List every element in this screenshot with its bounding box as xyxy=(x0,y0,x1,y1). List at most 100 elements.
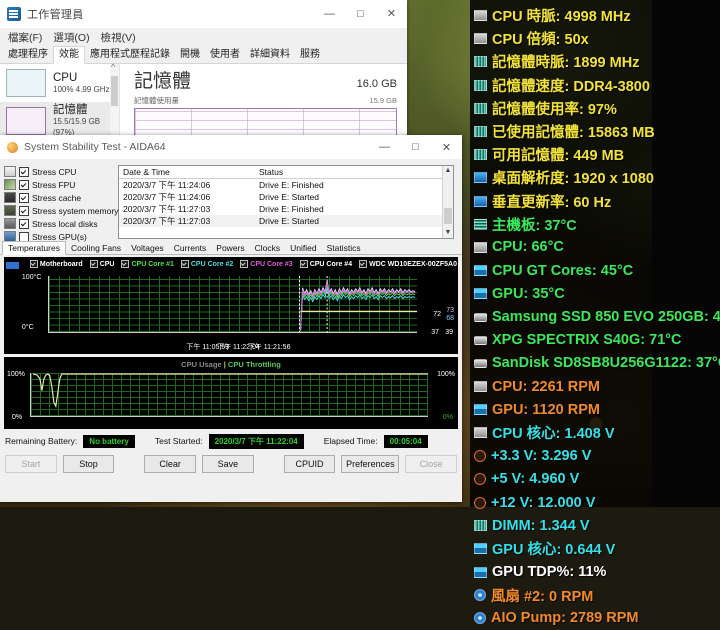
legend-cpu[interactable]: CPU xyxy=(89,260,114,268)
event-log-table[interactable]: Date & Time Status 2020/3/7 下午 11:24:06 … xyxy=(118,165,454,239)
scrollbar-thumb[interactable] xyxy=(111,76,118,106)
tab-powers[interactable]: Powers xyxy=(211,242,249,254)
legend-cpu-core-1[interactable]: CPU Core #1 xyxy=(121,260,174,268)
stress-option-memory[interactable]: Stress system memory xyxy=(4,204,118,217)
cpu-icon xyxy=(474,10,487,22)
table-row[interactable]: 2020/3/7 下午 11:27:03 Drive E: Started xyxy=(119,215,453,227)
stress-option-disks[interactable]: Stress local disks xyxy=(4,217,114,230)
osd-row-label: 記憶體時脈: 1899 MHz xyxy=(492,55,640,72)
disk-icon xyxy=(474,312,487,322)
ram-icon xyxy=(474,79,487,91)
scroll-down-icon[interactable]: ▼ xyxy=(443,228,453,238)
menu-view[interactable]: 檢視(V) xyxy=(101,30,136,45)
aida64-osd-overlay: CPU 時脈: 4998 MHz CPU 倍頻: 50x 記憶體時脈: 1899 M… xyxy=(474,4,720,630)
cpu-usage-plot-area xyxy=(30,373,428,417)
tab-services[interactable]: 服務 xyxy=(295,47,325,63)
osd-row-label: 主機板: 37°C xyxy=(492,217,577,234)
stress-gpu-checkbox[interactable] xyxy=(19,231,29,242)
osd-row: GPU: 35°C xyxy=(474,282,720,305)
tab-currents[interactable]: Currents xyxy=(169,242,212,254)
close-icon[interactable]: ✕ xyxy=(376,0,407,27)
aida64-stability-test-window[interactable]: System Stability Test - AIDA64 — □ ✕ Str… xyxy=(0,135,462,502)
tab-startup[interactable]: 開機 xyxy=(175,47,205,63)
tab-clocks[interactable]: Clocks xyxy=(250,242,286,254)
test-started-label: Test Started: xyxy=(154,436,203,446)
table-row[interactable]: 2020/3/7 下午 11:27:03 Drive E: Finished xyxy=(119,203,453,215)
cpu-usage-label: CPU Usage xyxy=(181,360,222,369)
performance-resource-list: CPU 100% 4.99 GHz 記憶體 15.5/15.9 GB (97%) xyxy=(0,62,120,141)
cpuid-button[interactable]: CPUID xyxy=(283,455,336,473)
tab-performance[interactable]: 效能 xyxy=(53,46,85,64)
legend-cpu-core-3[interactable]: CPU Core #3 xyxy=(240,260,293,268)
osd-row: GPU 核心: 0.644 V xyxy=(474,537,720,560)
aida64-icon xyxy=(7,141,18,153)
tab-voltages[interactable]: Voltages xyxy=(126,242,169,254)
fan-icon xyxy=(474,589,486,602)
cpu-usage-trace xyxy=(32,373,428,409)
osd-row-label: 風扇 #2: 0 RPM xyxy=(491,588,594,605)
scroll-up-icon[interactable]: ▲ xyxy=(443,166,453,176)
start-button[interactable]: Start xyxy=(5,455,57,473)
ram-icon xyxy=(474,149,487,161)
aida64-button-bar: Start Stop Clear Save CPUID Preferences … xyxy=(0,453,462,475)
stress-option-cache[interactable]: Stress cache xyxy=(4,191,114,204)
scrollbar-thumb[interactable] xyxy=(444,208,452,224)
ram-icon xyxy=(474,102,487,114)
log-time: 2020/3/7 下午 11:27:03 xyxy=(123,204,211,214)
save-button[interactable]: Save xyxy=(202,455,254,473)
legend-wdc-drive[interactable]: WDC WD10EZEX-00ZF5A0 xyxy=(359,260,457,268)
log-time: 2020/3/7 下午 11:24:06 xyxy=(123,180,211,190)
legend-motherboard[interactable]: Motherboard xyxy=(29,260,83,268)
temperature-plot-area xyxy=(47,276,417,333)
minimize-icon[interactable]: — xyxy=(369,134,400,161)
table-row[interactable]: 2020/3/7 下午 11:24:06 Drive E: Started xyxy=(119,191,453,203)
resource-tile-cpu[interactable]: CPU 100% 4.99 GHz xyxy=(0,64,119,102)
maximize-icon[interactable]: □ xyxy=(400,134,431,161)
osd-row: +3.3 V: 3.296 V xyxy=(474,445,720,468)
osd-row-label: 記憶體使用率: 97% xyxy=(492,101,617,118)
task-manager-window[interactable]: 工作管理員 — □ ✕ 檔案(F) 選項(O) 檢視(V) 處理程序 效能 應用… xyxy=(0,0,407,141)
stress-disks-checkbox[interactable] xyxy=(19,218,29,229)
stop-button[interactable]: Stop xyxy=(62,455,115,473)
clear-button[interactable]: Clear xyxy=(144,455,197,473)
maximize-icon[interactable]: □ xyxy=(345,0,376,27)
temp-value-39: 39 xyxy=(445,329,453,336)
osd-row: AIO Pump: 2789 RPM xyxy=(474,607,720,630)
tab-temperatures[interactable]: Temperatures xyxy=(2,241,66,255)
stress-option-cpu[interactable]: Stress CPU xyxy=(4,165,114,178)
tab-statistics[interactable]: Statistics xyxy=(322,242,366,254)
osd-row-label: GPU 核心: 0.644 V xyxy=(492,542,616,559)
stress-cpu-label: Stress CPU xyxy=(32,166,77,177)
legend-cpu-core-4[interactable]: CPU Core #4 xyxy=(299,260,352,268)
legend-cpu-core-2[interactable]: CPU Core #2 xyxy=(180,260,233,268)
osd-row: +12 V: 12.000 V xyxy=(474,491,720,514)
stress-fpu-checkbox[interactable] xyxy=(19,179,29,190)
motherboard-icon xyxy=(474,218,487,230)
tab-users[interactable]: 使用者 xyxy=(205,47,245,63)
menu-file[interactable]: 檔案(F) xyxy=(8,30,42,45)
ram-icon xyxy=(474,520,487,532)
osd-row-label: GPU: 1120 RPM xyxy=(492,401,600,418)
close-button[interactable]: Close xyxy=(405,455,458,473)
resource-list-scrollbar[interactable] xyxy=(110,62,119,141)
tab-details[interactable]: 詳細資料 xyxy=(245,47,295,63)
tab-processes[interactable]: 處理程序 xyxy=(3,47,53,63)
table-row[interactable]: 2020/3/7 下午 11:24:06 Drive E: Finished xyxy=(119,179,453,191)
minimize-icon[interactable]: — xyxy=(314,0,345,27)
menu-options[interactable]: 選項(O) xyxy=(53,30,89,45)
stress-memory-label: Stress system memory xyxy=(32,205,119,216)
close-icon[interactable]: ✕ xyxy=(431,134,462,161)
aida64-status-bar: Remaining Battery: No battery Test Start… xyxy=(0,429,462,453)
tab-cooling-fans[interactable]: Cooling Fans xyxy=(66,242,126,254)
tab-unified[interactable]: Unified xyxy=(285,242,321,254)
event-log-scrollbar[interactable]: ▲ ▼ xyxy=(442,166,453,238)
chart-color-swatch xyxy=(6,262,19,269)
osd-row: 垂直更新率: 60 Hz xyxy=(474,190,720,213)
stress-option-fpu[interactable]: Stress FPU xyxy=(4,178,114,191)
stress-cache-checkbox[interactable] xyxy=(19,192,29,203)
stress-memory-checkbox[interactable] xyxy=(19,205,29,216)
column-date-time: Date & Time xyxy=(123,167,170,177)
tab-app-history[interactable]: 應用程式歷程記錄 xyxy=(85,47,175,63)
preferences-button[interactable]: Preferences xyxy=(341,455,400,473)
stress-cpu-checkbox[interactable] xyxy=(19,166,29,177)
